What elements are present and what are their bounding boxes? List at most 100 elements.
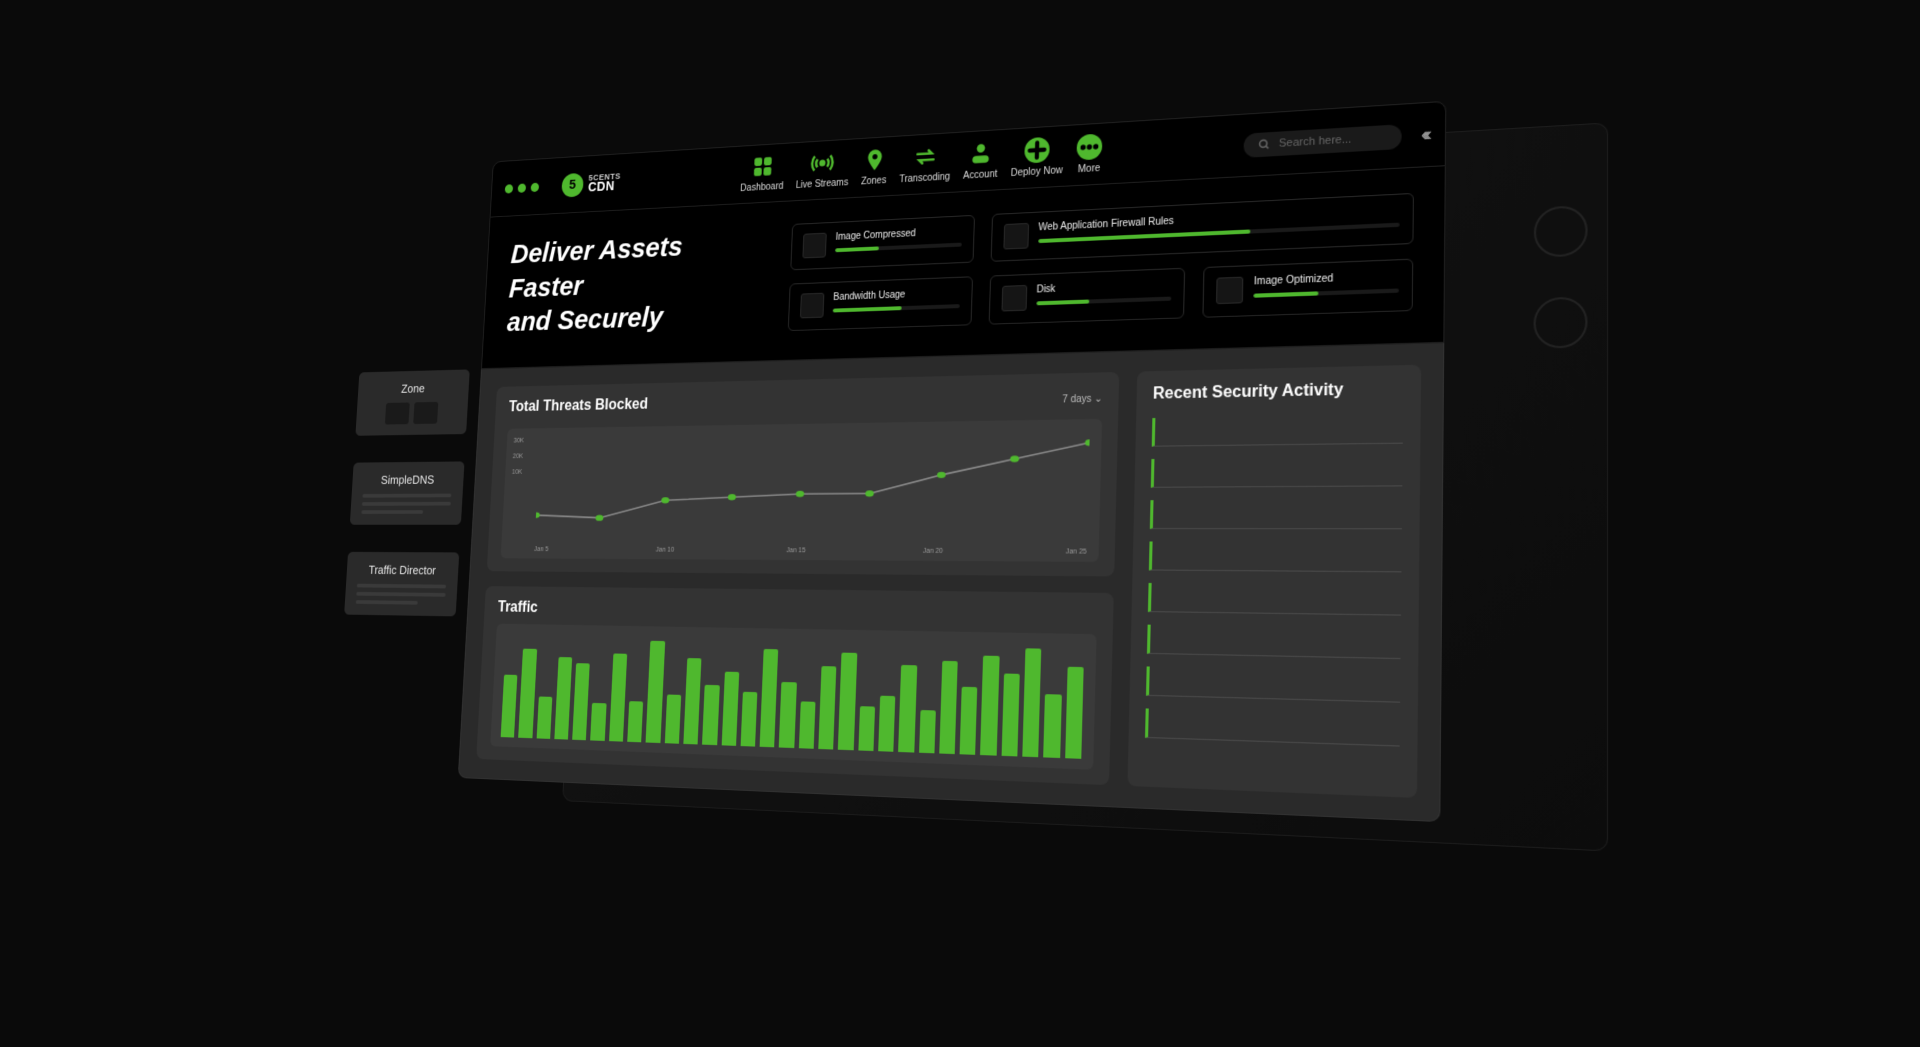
floater-card-zone[interactable]: Zone: [355, 369, 469, 435]
window-dot: [606, 192, 614, 201]
x-tick: Jan 25: [1066, 547, 1087, 554]
traffic-bar: [980, 655, 999, 755]
search-placeholder: Search here...: [1279, 132, 1352, 148]
traffic-bar: [665, 694, 682, 743]
nav-label: Live Streams: [796, 177, 849, 190]
activity-list: [1145, 413, 1403, 746]
activity-row[interactable]: [1147, 624, 1401, 658]
broadcast-icon: [811, 150, 835, 176]
side-floating-cards: Zone SimpleDNS Traffic Director: [344, 369, 470, 616]
nav-label: More: [1078, 163, 1101, 175]
traffic-bar: [760, 648, 779, 746]
nav-label: Zones: [861, 175, 887, 187]
hero-title: Deliver Assets Faster and Securely: [506, 225, 765, 340]
stat-label: Disk: [1036, 279, 1172, 295]
traffic-bar: [960, 686, 978, 754]
window-dot[interactable]: [531, 182, 540, 191]
stat-card: Web Application Firewall Rules: [990, 192, 1414, 261]
stat-card: Disk: [988, 267, 1185, 323]
nav-label: Account: [963, 168, 998, 181]
threats-title: Total Threats Blocked: [508, 395, 648, 415]
stat-cards: Image Compressed Web Application Firewall…: [788, 192, 1414, 330]
traffic-bar: [1065, 666, 1084, 758]
threats-line-chart: 30K20K10K Jan 5Jan 10Jan 15Jan 20Jan 25: [501, 418, 1103, 561]
window-dot[interactable]: [518, 183, 527, 192]
traffic-bar: [818, 666, 836, 749]
y-tick: 30K: [513, 437, 524, 444]
search-input[interactable]: Search here...: [1244, 123, 1402, 157]
x-tick: Jan 20: [923, 547, 943, 554]
stat-thumb: [802, 232, 826, 258]
floater-card-traffic-director[interactable]: Traffic Director: [344, 551, 459, 615]
traffic-bar: [919, 709, 936, 752]
floater-title: Zone: [369, 380, 458, 396]
plus-icon: [1024, 136, 1050, 163]
nav-label: Transcoding: [899, 171, 950, 184]
x-tick: Jan 5: [534, 545, 549, 552]
activity-row[interactable]: [1146, 665, 1400, 701]
traffic-bar: [1001, 673, 1019, 755]
traffic-bar: [609, 653, 627, 740]
stat-card: Bandwidth Usage: [788, 276, 973, 330]
chevron-down-icon: ⌄: [1094, 393, 1103, 404]
x-tick: Jan 10: [656, 546, 675, 553]
nav-label: Dashboard: [740, 181, 784, 194]
traffic-bar: [518, 648, 536, 737]
nav-item-more[interactable]: More: [1076, 133, 1103, 175]
more-icon: [1077, 133, 1103, 160]
stat-bar: [835, 242, 961, 252]
traffic-bar: [1022, 648, 1041, 756]
traffic-bar: [838, 652, 857, 749]
traffic-bar: [740, 691, 757, 746]
swap-icon: [913, 143, 938, 169]
traffic-bar: [501, 674, 518, 737]
nav-item-transcoding[interactable]: Transcoding: [899, 142, 951, 184]
nav-item-deploy-now[interactable]: Deploy Now: [1011, 135, 1064, 178]
traffic-bar: [591, 702, 607, 740]
activity-panel: Recent Security Activity: [1127, 364, 1421, 797]
traffic-bar: [1043, 694, 1061, 757]
activity-title: Recent Security Activity: [1153, 379, 1404, 403]
activity-row[interactable]: [1150, 498, 1402, 528]
traffic-bar: [536, 696, 552, 738]
nav-item-dashboard[interactable]: Dashboard: [740, 153, 785, 194]
traffic-panel: Traffic: [476, 585, 1114, 784]
activity-row[interactable]: [1151, 455, 1403, 486]
floater-title: Traffic Director: [357, 562, 447, 576]
traffic-bar-chart: [490, 623, 1096, 769]
stat-thumb: [1001, 285, 1027, 312]
traffic-bar: [799, 701, 816, 748]
activity-row[interactable]: [1148, 582, 1401, 615]
window-dot: [619, 191, 627, 200]
stat-thumb: [1216, 276, 1243, 304]
nav-item-account[interactable]: Account: [963, 139, 998, 181]
stat-label: Bandwidth Usage: [833, 287, 960, 302]
traffic-bar: [683, 657, 701, 743]
activity-row[interactable]: [1145, 707, 1400, 745]
traffic-bar: [898, 664, 917, 751]
search-icon: [1258, 137, 1271, 150]
stat-bar: [1036, 296, 1172, 305]
traffic-bar: [572, 663, 590, 739]
collapse-icon[interactable]: ‹‹‹: [1421, 123, 1428, 145]
window-dot[interactable]: [505, 183, 514, 192]
activity-row[interactable]: [1152, 413, 1403, 446]
nav-item-zones[interactable]: Zones: [861, 146, 888, 186]
traffic-bar: [721, 671, 739, 745]
stat-card: Image Compressed: [790, 214, 974, 270]
traffic-bar: [878, 695, 895, 751]
activity-row[interactable]: [1149, 540, 1402, 571]
traffic-title: Traffic: [497, 598, 1097, 624]
range-selector[interactable]: 7 days ⌄: [1062, 393, 1103, 405]
pin-icon: [862, 146, 887, 172]
background-circle: [1533, 296, 1587, 348]
nav-item-live-streams[interactable]: Live Streams: [796, 149, 850, 191]
x-tick: Jan 15: [786, 546, 805, 553]
traffic-bar: [779, 681, 797, 747]
stat-card: Image Optimized: [1203, 258, 1414, 316]
background-circle: [1534, 204, 1588, 257]
brand-logo[interactable]: 5 5CENTS CDN: [561, 170, 621, 197]
hero-section: Deliver Assets Faster and Securely Image…: [481, 166, 1446, 369]
traffic-bar: [939, 661, 958, 753]
floater-card-simpledns[interactable]: SimpleDNS: [350, 461, 465, 524]
